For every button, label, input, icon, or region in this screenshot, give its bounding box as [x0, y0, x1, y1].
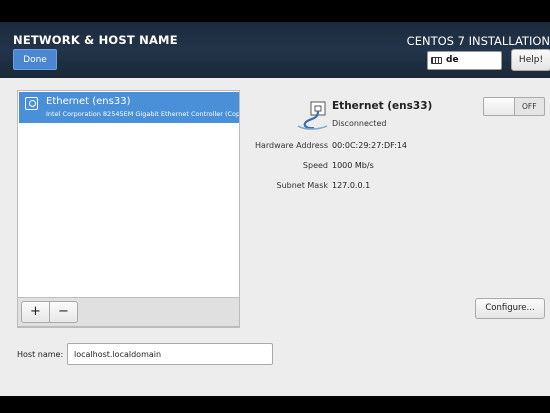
product-title: CENTOS 7 INSTALLATION	[406, 34, 550, 48]
device-list-toolbar: + −	[17, 297, 240, 327]
help-button[interactable]: Help!	[511, 49, 550, 71]
speed-value: 1000 Mb/s	[332, 161, 374, 170]
detail-device-name: Ethernet (ens33)	[332, 100, 433, 112]
keyboard-layout-indicator[interactable]: de	[427, 51, 502, 70]
keyboard-icon	[431, 57, 442, 64]
device-name: Ethernet (ens33)	[46, 96, 131, 107]
network-cable-icon	[297, 101, 328, 130]
speed-label: Speed	[302, 161, 328, 170]
hostname-label: Host name:	[17, 350, 64, 359]
connection-status: Disconnected	[332, 119, 387, 128]
subnet-mask-value: 127.0.0.1	[332, 181, 371, 190]
toggle-state-label: OFF	[522, 102, 537, 111]
device-description: Intel Corporation 82545EM Gigabit Ethern…	[46, 110, 240, 118]
hardware-address-label: Hardware Address	[254, 141, 328, 150]
remove-device-button[interactable]: −	[49, 301, 78, 323]
hardware-address-value: 00:0C:29:27:DF:14	[332, 141, 408, 150]
list-item[interactable]: Ethernet (ens33) Intel Corporation 82545…	[19, 92, 240, 123]
configure-button[interactable]: Configure...	[475, 298, 545, 319]
header-bar: NETWORK & HOST NAME Done CENTOS 7 INSTAL…	[0, 22, 550, 78]
toggle-knob	[484, 98, 515, 115]
add-device-button[interactable]: +	[21, 301, 50, 323]
hostname-input[interactable]	[67, 343, 273, 365]
ethernet-icon	[25, 97, 38, 110]
device-toggle-switch[interactable]: OFF	[483, 97, 545, 116]
main-content: Ethernet (ens33) Intel Corporation 82545…	[0, 78, 550, 396]
page-title: NETWORK & HOST NAME	[13, 33, 178, 47]
keyboard-layout-value: de	[446, 55, 459, 65]
subnet-mask-label: Subnet Mask	[276, 181, 328, 190]
done-button[interactable]: Done	[13, 49, 57, 70]
device-list[interactable]: Ethernet (ens33) Intel Corporation 82545…	[17, 90, 240, 328]
